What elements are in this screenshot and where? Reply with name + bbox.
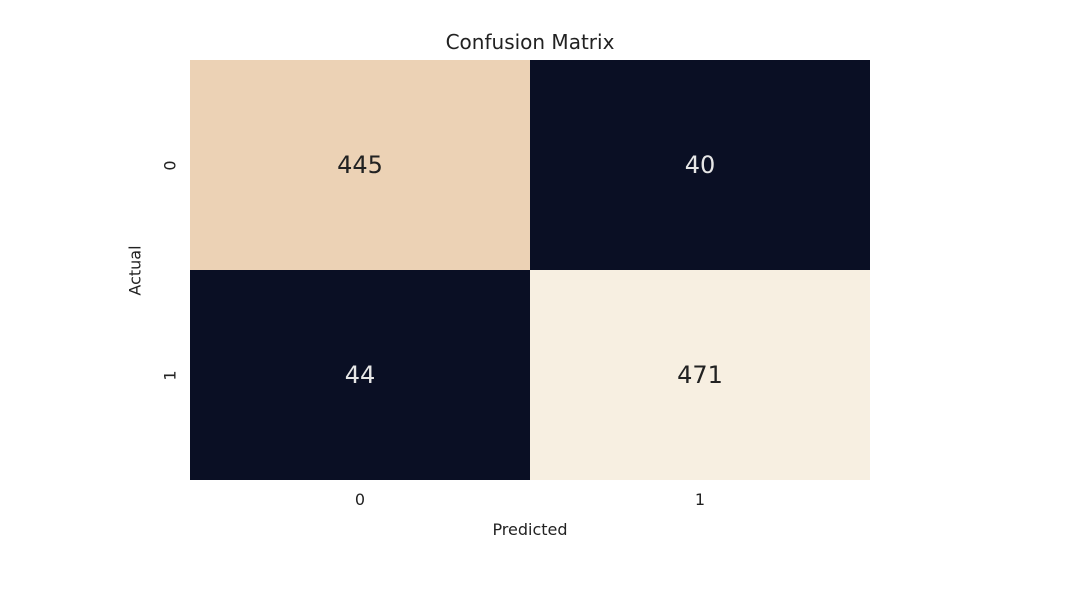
cell-actual-1-predicted-1: 471 — [530, 270, 870, 480]
y-axis-label: Actual — [125, 60, 145, 480]
cell-actual-0-predicted-1: 40 — [530, 60, 870, 270]
ytick-1: 1 — [160, 270, 180, 480]
xtick-1: 1 — [530, 490, 870, 509]
cell-actual-1-predicted-0: 44 — [190, 270, 530, 480]
x-axis-label: Predicted — [190, 520, 870, 539]
confusion-matrix-chart: Confusion Matrix 445 40 44 471 0 1 0 1 P… — [190, 30, 870, 530]
chart-title: Confusion Matrix — [190, 30, 870, 54]
heatmap-grid: 445 40 44 471 — [190, 60, 870, 480]
ytick-0: 0 — [160, 60, 180, 270]
xtick-0: 0 — [190, 490, 530, 509]
cell-actual-0-predicted-0: 445 — [190, 60, 530, 270]
